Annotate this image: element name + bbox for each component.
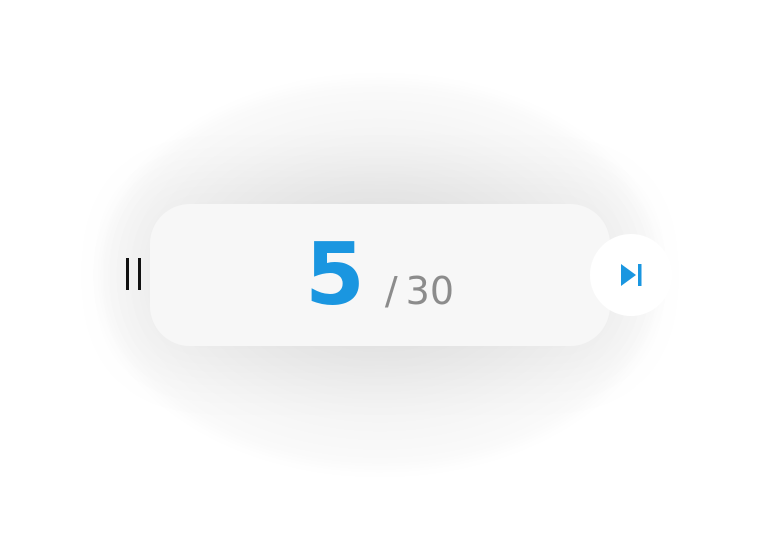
- pause-icon: [122, 258, 146, 290]
- skip-next-button[interactable]: [590, 234, 672, 316]
- pause-button[interactable]: [106, 240, 162, 308]
- pause-bar-left: [126, 258, 129, 290]
- current-count: 5: [305, 225, 365, 325]
- skip-next-icon: [621, 264, 642, 286]
- timer-screen: 5 / 30: [0, 0, 762, 551]
- pause-bar-right: [138, 258, 141, 290]
- progress-counter: 5 / 30: [305, 225, 454, 325]
- total-count: 30: [405, 269, 455, 313]
- count-separator: /: [384, 269, 398, 313]
